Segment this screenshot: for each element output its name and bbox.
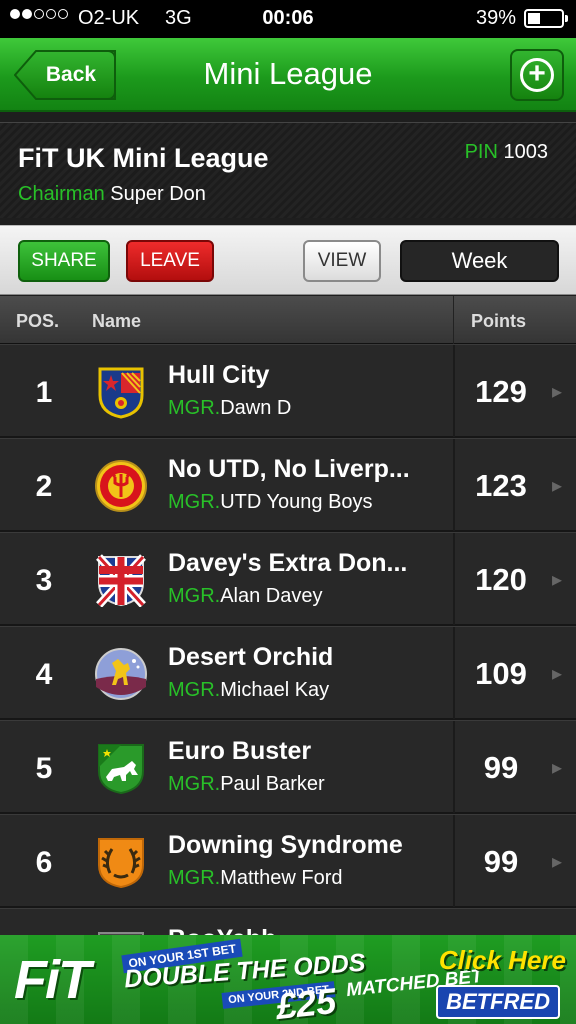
league-pin: PIN 1003 (465, 141, 548, 164)
points-cell: 120 ▸ (453, 533, 576, 625)
status-bar: O2-UK 3G 00:06 39% (0, 0, 576, 38)
manager: MGR.Alan Davey (168, 585, 323, 608)
manager: MGR.Dawn D (168, 397, 291, 420)
standings-table: 1 Hull City MGR.Dawn D 129 ▸ 2 No UTD, N… (0, 344, 576, 1002)
view-button[interactable]: VIEW (303, 240, 381, 282)
navigation-bar: Back Mini League + (0, 38, 576, 112)
uk-mini-league-crest-icon (96, 554, 146, 607)
team-name: Euro Buster (168, 737, 312, 765)
mgr-label: MGR. (168, 867, 221, 889)
manager: MGR.Matthew Ford (168, 867, 342, 890)
row-position: 4 (35, 658, 53, 691)
points-cell: 123 ▸ (453, 439, 576, 531)
chevron-right-icon: ▸ (551, 381, 562, 403)
share-button[interactable]: SHARE (18, 240, 110, 282)
table-row[interactable]: 2 No UTD, No Liverp... MGR.UTD Young Boy… (0, 438, 576, 532)
points-cell: 109 ▸ (453, 627, 576, 719)
laurel-crest-icon (98, 838, 144, 889)
chevron-right-icon: ▸ (551, 851, 562, 873)
row-position: 3 (35, 564, 53, 597)
column-header-pos: POS. (16, 311, 60, 331)
ad-banner[interactable]: FiT ON YOUR 1ST BET DOUBLE THE ODDS ON Y… (0, 935, 576, 1024)
team-name: No UTD, No Liverp... (168, 455, 410, 483)
ad-click-here[interactable]: Click Here (439, 945, 566, 976)
manager-name: UTD Young Boys (220, 491, 373, 513)
ad-logo: FiT (14, 950, 91, 1010)
mgr-label: MGR. (168, 679, 221, 701)
wolf-crest-icon (98, 744, 144, 795)
leave-button[interactable]: LEAVE (126, 240, 214, 282)
hull-crest-icon (98, 367, 144, 419)
manager: MGR.Paul Barker (168, 773, 325, 796)
plus-circle-icon: + (520, 58, 554, 92)
chevron-right-icon: ▸ (551, 663, 562, 685)
row-position: 6 (35, 846, 53, 879)
manager: MGR.Michael Kay (168, 679, 329, 702)
period-selector[interactable]: Week (400, 240, 559, 282)
table-header: POS. Name Points (0, 296, 576, 344)
table-row[interactable]: 6 Downing Syndrome MGR.Matthew Ford 99 ▸ (0, 814, 576, 908)
manager-name: Dawn D (220, 397, 292, 419)
table-row[interactable]: 3 Davey's Extra Don... MGR.Alan Davey 12… (0, 532, 576, 626)
row-position: 2 (35, 470, 53, 503)
league-header: FiT UK Mini League PIN 1003 Chairman Sup… (0, 122, 576, 218)
table-row[interactable]: 4 Desert Orchid MGR.Michael Kay 109 ▸ (0, 626, 576, 720)
chairman-label: Chairman (18, 183, 105, 205)
row-points: 99 (483, 844, 519, 879)
chevron-right-icon: ▸ (551, 569, 562, 591)
column-header-name: Name (92, 311, 142, 331)
ad-brand-logo: BETFRED (436, 985, 560, 1019)
row-position: 1 (35, 376, 53, 409)
team-name: Hull City (168, 361, 270, 389)
row-points: 120 (475, 562, 527, 597)
league-name: FiT UK Mini League (18, 143, 269, 173)
manager-name: Alan Davey (220, 585, 323, 607)
row-position: 5 (35, 752, 53, 785)
battery-percentage: 39% (475, 7, 516, 29)
points-cell: 99 ▸ (453, 815, 576, 907)
chairman-name: Super Don (110, 183, 206, 205)
points-cell: 99 ▸ (453, 721, 576, 813)
pin-value: 1003 (503, 141, 549, 163)
chevron-right-icon: ▸ (551, 475, 562, 497)
action-bar: SHARE LEAVE VIEW Week (0, 225, 576, 295)
mgr-label: MGR. (168, 397, 221, 419)
mgr-label: MGR. (168, 585, 221, 607)
mgr-label: MGR. (168, 491, 221, 513)
manager-name: Michael Kay (220, 679, 330, 701)
chevron-right-icon: ▸ (551, 757, 562, 779)
horse-crest-icon (95, 648, 147, 700)
manager-name: Matthew Ford (220, 867, 343, 889)
team-name: Downing Syndrome (168, 831, 403, 859)
team-name: Davey's Extra Don... (168, 549, 408, 577)
column-header-points: Points (453, 296, 576, 344)
add-button[interactable]: + (510, 49, 564, 101)
row-points: 99 (483, 750, 519, 785)
points-cell: 129 ▸ (453, 345, 576, 437)
team-name: Desert Orchid (168, 643, 334, 671)
row-points: 129 (475, 374, 527, 409)
pin-label: PIN (464, 141, 498, 163)
manager: MGR.UTD Young Boys (168, 491, 373, 514)
row-points: 123 (475, 468, 527, 503)
battery-icon (524, 9, 568, 28)
table-row[interactable]: 5 Euro Buster MGR.Paul Barker 99 ▸ (0, 720, 576, 814)
table-row[interactable]: 1 Hull City MGR.Dawn D 129 ▸ (0, 344, 576, 438)
row-points: 109 (475, 656, 527, 691)
manager-name: Paul Barker (220, 773, 325, 795)
page-title: Mini League (203, 56, 373, 91)
ad-amount: £25 (273, 979, 339, 1024)
mgr-label: MGR. (168, 773, 221, 795)
utd-crest-icon (95, 460, 147, 512)
league-chairman: Chairman Super Don (18, 183, 206, 206)
